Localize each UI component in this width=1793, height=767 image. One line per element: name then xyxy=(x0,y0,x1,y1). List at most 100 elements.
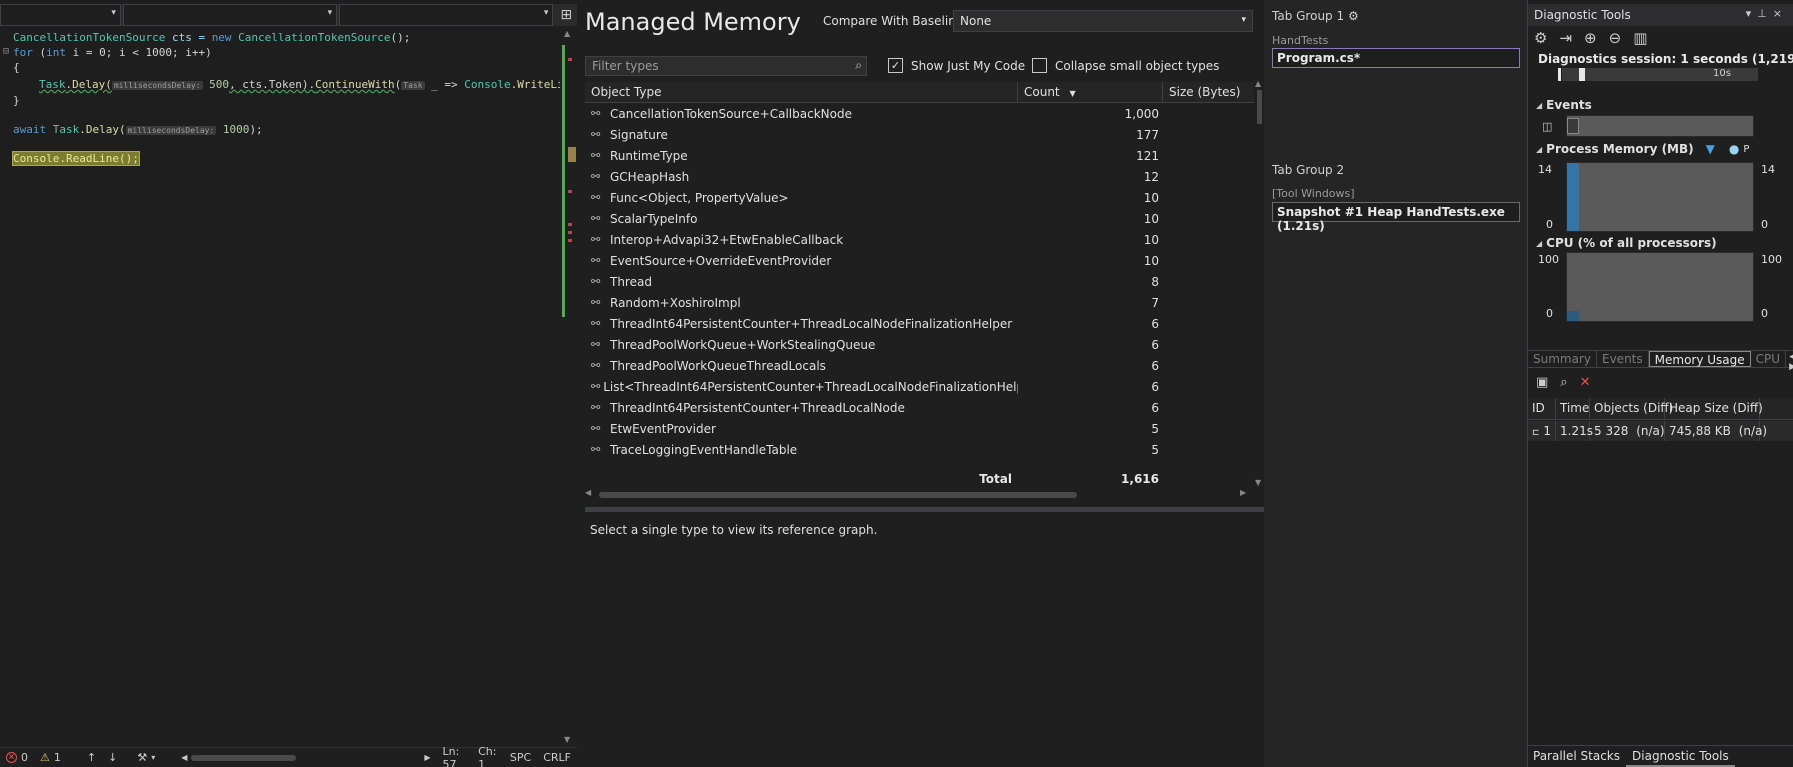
settings-gear-icon[interactable]: ⚙ xyxy=(1534,29,1547,47)
scroll-thumb[interactable] xyxy=(191,754,297,761)
zoom-in-icon[interactable]: ⊕ xyxy=(1584,29,1597,47)
tab-scroll-icon[interactable]: ◀ ▶ xyxy=(1786,351,1793,372)
col-size[interactable]: Size (Bytes) xyxy=(1163,82,1249,102)
scroll-up-icon[interactable]: ▲ xyxy=(564,29,570,38)
table-horizontal-scrollbar[interactable]: ◀ ▶ xyxy=(585,488,1254,500)
scroll-right-icon[interactable]: ▶ xyxy=(424,753,430,762)
col-id[interactable]: ID xyxy=(1528,398,1556,419)
heap-link[interactable]: 745,88 KB xyxy=(1669,424,1731,438)
tab-events[interactable]: Events xyxy=(1597,351,1649,367)
editor-horizontal-scrollbar[interactable]: ◀ ▶ xyxy=(161,753,436,762)
table-row[interactable]: ⚯ Thread 8 xyxy=(585,271,1254,292)
code-line-3: { xyxy=(13,61,20,74)
events-track[interactable] xyxy=(1566,115,1754,137)
table-row[interactable]: ⚯ Interop+Advapi32+EtwEnableCallback 10 xyxy=(585,229,1254,250)
collapse-small-checkbox[interactable]: Collapse small object types xyxy=(1032,58,1219,73)
filter-types-input[interactable]: Filter types ⌕ xyxy=(585,56,867,76)
total-label: Total xyxy=(979,472,1012,486)
cpu-graph[interactable] xyxy=(1566,252,1754,322)
window-controls[interactable]: ▾⊥× xyxy=(1746,7,1788,20)
table-vertical-scrollbar[interactable]: ▲ ▼ xyxy=(1254,79,1264,490)
code-line-2: for (int i = 0; i < 1000; i++) xyxy=(13,46,212,59)
events-section[interactable]: ◢ Events xyxy=(1536,98,1592,112)
pane-splitter[interactable] xyxy=(585,507,1264,512)
table-row[interactable]: ⚯ Random+XoshiroImpl 7 xyxy=(585,292,1254,313)
tab-program-cs[interactable]: Program.cs* xyxy=(1272,48,1520,68)
scroll-thumb[interactable] xyxy=(1257,90,1262,124)
navigation-bar: ▾ ▾ ▾ ⊞ xyxy=(0,4,577,26)
camera-icon[interactable]: ▣ xyxy=(1536,375,1548,390)
process-memory-section[interactable]: ◢ Process Memory (MB) ▼ ● P xyxy=(1536,142,1749,156)
column-indicator[interactable]: Ch: 1 xyxy=(472,745,504,767)
snapshot-row[interactable]: ⊏ 1 1.21s 5 328 (n/a) 745,88 KB (n/a) xyxy=(1528,421,1793,441)
table-row[interactable]: ⚯ ThreadInt64PersistentCounter+ThreadLoca… xyxy=(585,397,1254,418)
col-object-type[interactable]: Object Type xyxy=(585,82,1018,102)
chevron-down-icon: ▾ xyxy=(543,8,549,18)
warning-icon: ⚠ xyxy=(40,751,50,764)
zoom-out-icon[interactable]: ⊖ xyxy=(1609,29,1622,47)
cpu-section[interactable]: ◢ CPU (% of all processors) xyxy=(1536,236,1717,250)
tab-summary[interactable]: Summary xyxy=(1528,351,1597,367)
tab-diagnostic-tools[interactable]: Diagnostic Tools xyxy=(1626,746,1735,767)
scroll-thumb[interactable] xyxy=(599,492,1077,498)
scroll-left-icon[interactable]: ◀ xyxy=(181,753,187,762)
col-count[interactable]: Count ▼ xyxy=(1018,82,1163,102)
line-ending-indicator[interactable]: CRLF xyxy=(537,751,577,764)
whitespace-indicator[interactable]: SPC xyxy=(504,751,537,764)
pause-icon[interactable]: ◫ xyxy=(1542,120,1552,133)
table-row[interactable]: ⚯ ThreadPoolWorkQueue+WorkStealingQueue 6 xyxy=(585,334,1254,355)
scroll-left-icon[interactable]: ◀ xyxy=(585,488,591,497)
table-row[interactable]: ⚯ CancellationTokenSource+CallbackNode 1,0… xyxy=(585,103,1254,124)
table-row[interactable]: ⚯ ScalarTypeInfo 10 xyxy=(585,208,1254,229)
table-row[interactable]: ⚯ TraceLoggingEventHandleTable 5 xyxy=(585,439,1254,460)
table-row[interactable]: ⚯ EtwEventProvider 5 xyxy=(585,418,1254,439)
table-row[interactable]: ⚯ Signature 177 xyxy=(585,124,1254,145)
project-dropdown[interactable]: ▾ xyxy=(0,4,121,26)
prev-issue-button[interactable]: ↑ xyxy=(67,751,102,764)
warning-count[interactable]: ⚠ 1 xyxy=(34,751,67,764)
timeline-ruler[interactable]: 10s xyxy=(1558,68,1758,81)
table-row[interactable]: ⚯ Func<Object, PropertyValue> 10 xyxy=(585,187,1254,208)
table-row[interactable]: ⚯ EventSource+OverrideEventProvider 10 xyxy=(585,250,1254,271)
table-row[interactable]: ⚯ GCHeapHash 12 xyxy=(585,166,1254,187)
member-dropdown[interactable]: ▾ xyxy=(339,4,554,26)
next-issue-button[interactable]: ↓ xyxy=(102,751,123,764)
tab-group-2-header[interactable]: Tab Group 2 xyxy=(1272,163,1344,177)
checkbox-unchecked[interactable] xyxy=(1032,58,1047,73)
checkbox-checked[interactable]: ✓ xyxy=(888,58,903,73)
scroll-down-icon[interactable]: ▼ xyxy=(1255,478,1261,487)
tab-cpu[interactable]: CPU xyxy=(1751,351,1787,367)
split-editor-icon[interactable]: ⊞ xyxy=(555,4,577,26)
table-row[interactable]: ⚯ List<ThreadInt64PersistentCounter+Threa… xyxy=(585,376,1254,397)
type-dropdown[interactable]: ▾ xyxy=(122,4,338,26)
tab-snapshot[interactable]: Snapshot #1 Heap HandTests.exe (1.21s) xyxy=(1272,202,1520,233)
table-row[interactable]: ⚯ ThreadPoolWorkQueueThreadLocals 6 xyxy=(585,355,1254,376)
code-line-5: } xyxy=(13,94,20,107)
fold-icon[interactable]: ⊟ xyxy=(3,46,9,57)
delete-icon[interactable]: ✕ xyxy=(1580,375,1591,390)
export-icon[interactable]: ⇥ xyxy=(1559,29,1572,47)
gear-icon[interactable]: ⚙ xyxy=(1348,9,1359,23)
line-indicator[interactable]: Ln: 57 xyxy=(437,745,473,767)
table-row[interactable]: ⚯ ThreadInt64PersistentCounter+ThreadLoca… xyxy=(585,313,1254,334)
tab-group-1-header[interactable]: Tab Group 1 ⚙ xyxy=(1272,9,1359,23)
code-cleanup-button[interactable]: ⚒ ▾ xyxy=(123,751,161,764)
tab-memory-usage[interactable]: Memory Usage xyxy=(1648,351,1751,367)
memory-graph[interactable] xyxy=(1566,162,1754,232)
show-just-my-code-checkbox[interactable]: ✓ Show Just My Code xyxy=(888,58,1025,73)
table-row[interactable]: ⚯ RuntimeType 121 xyxy=(585,145,1254,166)
scroll-right-icon[interactable]: ▶ xyxy=(1240,488,1246,497)
code-area[interactable]: CancellationTokenSource cts = new Cancel… xyxy=(0,27,560,747)
tab-parallel-stacks[interactable]: Parallel Stacks xyxy=(1527,746,1626,767)
scroll-up-icon[interactable]: ▲ xyxy=(1255,79,1261,88)
objects-link[interactable]: 5 328 xyxy=(1594,424,1628,438)
error-count[interactable]: × 0 xyxy=(0,751,34,764)
col-time[interactable]: Time xyxy=(1556,398,1590,419)
layout-icon[interactable]: ▥ xyxy=(1633,29,1647,47)
baseline-select[interactable]: None ▾ xyxy=(953,10,1253,32)
search-icon[interactable]: ⌕ xyxy=(1560,375,1567,390)
scroll-down-icon[interactable]: ▼ xyxy=(564,735,570,744)
col-heap-size[interactable]: Heap Size (Diff) xyxy=(1665,398,1763,419)
col-objects[interactable]: Objects (Diff) xyxy=(1590,398,1673,419)
filter-triangle-icon[interactable]: ▼ xyxy=(1706,142,1715,156)
